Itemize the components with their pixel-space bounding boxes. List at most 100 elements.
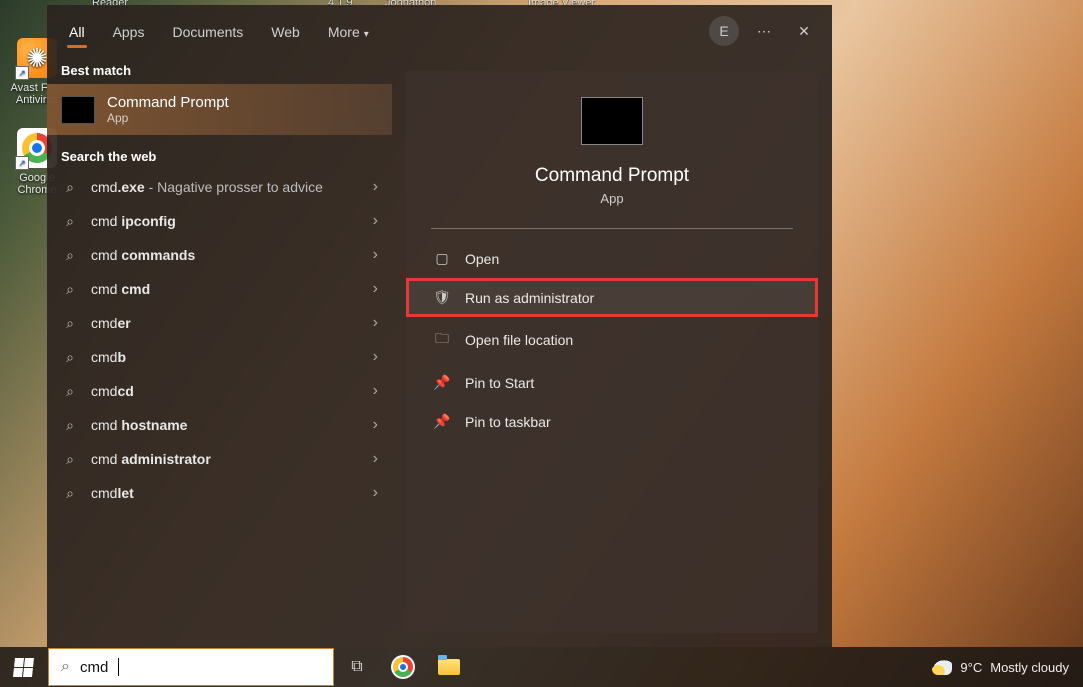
chrome-icon xyxy=(391,655,415,679)
windows-icon xyxy=(13,658,34,677)
best-match-item[interactable]: Command Prompt App xyxy=(47,84,392,135)
open-icon: ▢ xyxy=(433,250,451,267)
chevron-right-icon: › xyxy=(373,178,378,196)
web-result-label: cmdcd xyxy=(91,383,134,399)
search-icon: ⌕ xyxy=(61,383,79,400)
tab-more[interactable]: More ▾ xyxy=(314,10,383,52)
detail-card: Command Prompt App ▢ Open 🛡 Run as admin… xyxy=(406,71,818,633)
system-tray[interactable]: 9°C Mostly cloudy xyxy=(932,659,1083,675)
web-result[interactable]: ⌕ cmd.exe - Nagative prosser to advice › xyxy=(47,170,392,204)
search-icon: ⌕ xyxy=(61,213,79,230)
menu-button[interactable]: ⋯ xyxy=(744,11,784,51)
tab-more-label: More xyxy=(328,24,360,40)
web-result[interactable]: ⌕ cmdb › xyxy=(47,340,392,374)
search-icon: ⌕ xyxy=(61,315,79,332)
cmd-icon xyxy=(61,96,95,124)
weather-icon xyxy=(932,659,952,675)
web-result-label: cmd ipconfig xyxy=(91,213,176,229)
search-icon: ⌕ xyxy=(61,417,79,434)
taskbar-file-explorer[interactable] xyxy=(426,647,472,687)
web-result-label: cmd administrator xyxy=(91,451,211,467)
action-run-as-administrator[interactable]: 🛡 Run as administrator xyxy=(406,278,818,317)
web-result[interactable]: ⌕ cmder › xyxy=(47,306,392,340)
web-result[interactable]: ⌕ cmd administrator › xyxy=(47,442,392,476)
action-label: Open xyxy=(465,251,499,267)
pin-icon: 📌 xyxy=(433,374,451,391)
search-panel: All Apps Documents Web More ▾ E ⋯ ✕ Best … xyxy=(47,5,832,647)
chevron-right-icon: › xyxy=(373,382,378,400)
chevron-down-icon: ▾ xyxy=(364,29,369,40)
action-label: Pin to taskbar xyxy=(465,414,551,430)
best-match-subtitle: App xyxy=(107,111,229,125)
chevron-right-icon: › xyxy=(373,246,378,264)
action-label: Open file location xyxy=(465,332,573,348)
chevron-right-icon: › xyxy=(373,348,378,366)
folder-icon xyxy=(438,659,460,675)
start-button[interactable] xyxy=(0,647,46,687)
detail-subtitle: App xyxy=(600,191,623,206)
search-tabs: All Apps Documents Web More ▾ xyxy=(55,10,383,52)
search-panel-header: All Apps Documents Web More ▾ E ⋯ ✕ xyxy=(47,5,832,57)
pin-icon: 📌 xyxy=(433,413,451,430)
detail-column: Command Prompt App ▢ Open 🛡 Run as admin… xyxy=(392,57,832,647)
web-result-label: cmd cmd xyxy=(91,281,150,297)
avatar-circle: E xyxy=(709,16,739,46)
taskbar-chrome[interactable] xyxy=(380,647,426,687)
action-open[interactable]: ▢ Open xyxy=(406,239,818,278)
taskbar: ⌕ cmd ⧉ 9°C Mostly cloudy xyxy=(0,647,1083,687)
detail-actions: ▢ Open 🛡 Run as administrator 🗀 Open fil… xyxy=(406,239,818,441)
web-result-label: cmder xyxy=(91,315,131,331)
weather-condition: Mostly cloudy xyxy=(990,660,1069,675)
shortcut-arrow-icon: ↗ xyxy=(15,66,29,80)
web-result[interactable]: ⌕ cmd ipconfig › xyxy=(47,204,392,238)
web-result[interactable]: ⌕ cmd hostname › xyxy=(47,408,392,442)
web-result-label: cmdb xyxy=(91,349,126,365)
search-icon: ⌕ xyxy=(61,658,70,676)
chevron-right-icon: › xyxy=(373,416,378,434)
action-label: Pin to Start xyxy=(465,375,534,391)
chevron-right-icon: › xyxy=(373,212,378,230)
taskbar-search-input[interactable]: ⌕ cmd xyxy=(48,648,334,686)
web-result-label: cmd hostname xyxy=(91,417,187,433)
web-result[interactable]: ⌕ cmdcd › xyxy=(47,374,392,408)
cmd-icon-large xyxy=(581,97,643,145)
search-icon: ⌕ xyxy=(61,485,79,502)
search-icon: ⌕ xyxy=(61,179,79,196)
action-open-file-location[interactable]: 🗀 Open file location xyxy=(406,317,818,363)
task-view-button[interactable]: ⧉ xyxy=(334,647,380,687)
chevron-right-icon: › xyxy=(373,450,378,468)
web-result[interactable]: ⌕ cmd cmd › xyxy=(47,272,392,306)
search-icon: ⌕ xyxy=(61,451,79,468)
chevron-right-icon: › xyxy=(373,484,378,502)
search-icon: ⌕ xyxy=(61,247,79,264)
tab-web[interactable]: Web xyxy=(257,10,314,52)
web-result-label: cmd commands xyxy=(91,247,195,263)
close-button[interactable]: ✕ xyxy=(784,11,824,51)
web-result-label: cmd.exe - Nagative prosser to advice xyxy=(91,179,323,195)
search-icon: ⌕ xyxy=(61,349,79,366)
folder-icon: 🗀 xyxy=(433,328,451,352)
chevron-right-icon: › xyxy=(373,314,378,332)
action-pin-to-taskbar[interactable]: 📌 Pin to taskbar xyxy=(406,402,818,441)
tab-documents[interactable]: Documents xyxy=(158,10,257,52)
detail-title: Command Prompt xyxy=(535,165,689,187)
section-best-match: Best match xyxy=(47,57,392,84)
user-avatar[interactable]: E xyxy=(704,11,744,51)
chevron-right-icon: › xyxy=(373,280,378,298)
search-value: cmd xyxy=(80,659,108,676)
web-result-label: cmdlet xyxy=(91,485,134,501)
separator xyxy=(431,228,794,229)
search-icon: ⌕ xyxy=(61,281,79,298)
shield-icon: 🛡 xyxy=(433,289,451,306)
best-match-title: Command Prompt xyxy=(107,94,229,111)
section-search-web: Search the web xyxy=(47,143,392,170)
action-pin-to-start[interactable]: 📌 Pin to Start xyxy=(406,363,818,402)
web-result[interactable]: ⌕ cmdlet › xyxy=(47,476,392,510)
weather-temperature: 9°C xyxy=(960,660,982,675)
shortcut-arrow-icon: ↗ xyxy=(15,156,29,170)
text-caret xyxy=(118,658,119,676)
tab-apps[interactable]: Apps xyxy=(99,10,159,52)
results-column: Best match Command Prompt App Search the… xyxy=(47,57,392,647)
tab-all[interactable]: All xyxy=(55,10,99,52)
web-result[interactable]: ⌕ cmd commands › xyxy=(47,238,392,272)
